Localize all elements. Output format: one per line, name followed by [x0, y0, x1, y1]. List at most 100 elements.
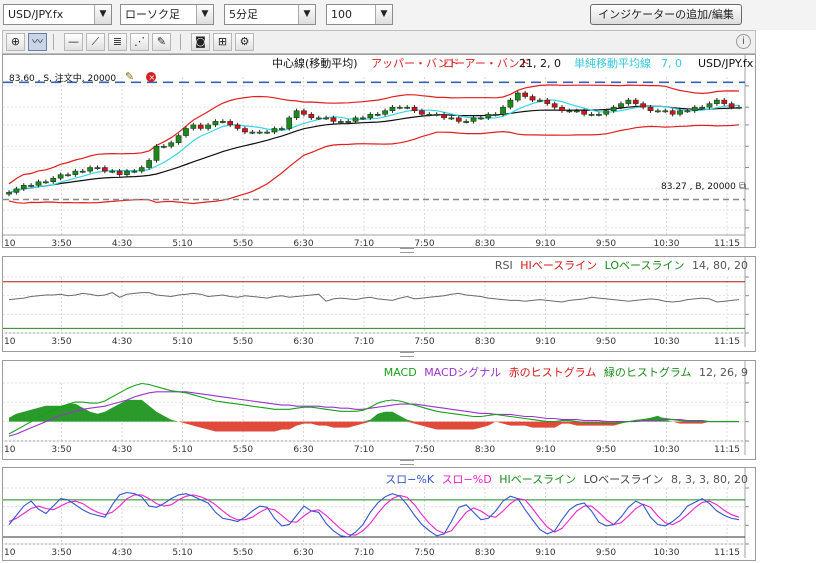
candle-body — [411, 106, 418, 111]
legend-short-ma: 単純移動平均線 — [574, 56, 651, 70]
candle-body — [227, 121, 234, 126]
candle-body — [691, 106, 698, 111]
candle-body — [50, 177, 57, 182]
eraser-icon[interactable]: ✎ — [152, 33, 171, 51]
buy-position-label: 83.27 , B, 20000 — [661, 182, 736, 192]
candle-body — [175, 135, 182, 143]
horizontal-line-icon[interactable]: — — [64, 33, 83, 51]
legend-center-ma: 中心線(移動平均) — [272, 56, 358, 70]
top-toolbar: USD/JPY.fx ▼ ローソク足 ▼ 5分足 ▼ 100 ▼ インジケーター… — [0, 0, 816, 30]
trend-line-icon[interactable]: ⟋ — [86, 33, 105, 51]
x-tick-label: 9:10 — [535, 445, 555, 455]
new-window-icon[interactable]: ⊞ — [213, 33, 232, 51]
macd-green-histogram — [9, 399, 739, 422]
candle-body — [396, 106, 403, 109]
x-tick-label: 10:30 — [654, 337, 680, 347]
candle-body — [728, 103, 735, 108]
candle-body — [190, 124, 197, 129]
price-chart-svg: :10 3:50 4:30 5:10 5:50 6:30 7:10 7:50 8:30 9:10 9… — [1, 55, 798, 249]
close-position-icon[interactable]: ⧉ — [739, 181, 746, 192]
rsi-legend: RSI HIベースライン LOベースライン 14, 80, 20 — [495, 259, 748, 272]
x-tick-label: 11:15 — [714, 548, 740, 558]
screenshot-icon[interactable]: ◙ — [191, 33, 210, 51]
x-tick-label: 3:50 — [51, 445, 71, 455]
candle-body — [131, 170, 138, 173]
macd-chart-svg: :10 3:50 4:30 5:10 5:50 6:30 7:10 7:50 8:30 9:10 9… — [1, 361, 794, 455]
edit-order-icon[interactable]: ✎ — [125, 70, 134, 83]
trend-cursor-icon[interactable]: 〰 — [28, 33, 47, 51]
x-tick-label: 4:30 — [112, 239, 132, 247]
info-icon[interactable]: i — [736, 34, 751, 49]
candle-body — [514, 92, 521, 101]
macd-panel: :10 3:50 4:30 5:10 5:50 6:30 7:10 7:50 8:30 9:10 9… — [1, 360, 794, 460]
x-tick-label: 7:50 — [414, 337, 434, 347]
x-tick-label: 4:30 — [112, 337, 132, 347]
stochastic-legend: スロ−%K スロ−%D HIベースライン LOベースライン 8, 3, 3, 8… — [385, 473, 748, 486]
candle-body — [72, 170, 79, 175]
x-tick-label: 9:10 — [535, 548, 555, 558]
x-tick-label: 7:10 — [354, 239, 374, 247]
candle-body — [183, 128, 189, 136]
x-tick-label: 7:50 — [414, 239, 434, 247]
x-tick-label: 7:10 — [354, 445, 374, 455]
candle-body — [94, 167, 101, 169]
candle-body — [640, 103, 646, 108]
chevron-down-icon[interactable]: ▼ — [94, 5, 111, 24]
candle-body — [736, 106, 742, 109]
timeframe-select[interactable]: 5分足 ▼ — [224, 4, 316, 25]
x-tick-label: 8:30 — [475, 548, 495, 558]
candle-body — [197, 124, 204, 129]
add-indicator-button[interactable]: インジケーターの追加/編集 — [590, 4, 742, 25]
x-tick-label: 5:10 — [172, 548, 192, 558]
candle-body — [603, 110, 610, 115]
symbol-select[interactable]: USD/JPY.fx ▼ — [3, 4, 112, 25]
candle-body — [264, 131, 270, 134]
panel-resize-handle[interactable] — [2, 352, 756, 357]
candle-body — [529, 96, 536, 101]
chevron-down-icon[interactable]: ▼ — [298, 5, 315, 24]
settings-icon[interactable]: ⚙ — [235, 33, 254, 51]
candle-body — [57, 174, 64, 179]
candle-body — [20, 185, 27, 190]
x-tick-label: :10 — [3, 548, 16, 558]
sell-order-label: 83.60 , S, 注文中, 20000 — [9, 72, 116, 84]
channel-icon[interactable]: ⋰ — [130, 33, 149, 51]
panel-resize-handle[interactable] — [2, 248, 756, 253]
candle-body — [330, 117, 337, 122]
candle-body — [551, 103, 558, 108]
chart-type-select[interactable]: ローソク足 ▼ — [120, 4, 214, 25]
candle-body — [573, 110, 580, 113]
x-tick-label: 9:10 — [535, 239, 555, 247]
candle-body — [205, 124, 211, 129]
candle-body — [500, 106, 506, 115]
x-tick-label: 7:10 — [354, 548, 374, 558]
price-panel: :10 3:50 4:30 5:10 5:50 6:30 7:10 7:50 8:30 9:10 9… — [1, 54, 798, 249]
x-tick-label: 5:10 — [172, 239, 192, 247]
crosshair-icon[interactable]: ⊕ — [6, 33, 25, 51]
candle-body — [278, 128, 285, 130]
candle-body — [537, 99, 543, 102]
rsi-line — [8, 292, 740, 303]
chevron-down-icon[interactable]: ▼ — [375, 5, 392, 24]
chevron-down-icon[interactable]: ▼ — [196, 5, 213, 24]
x-tick-label: 3:50 — [51, 337, 71, 347]
candle-body — [124, 170, 130, 175]
candle-body — [669, 110, 676, 115]
candle-body — [308, 114, 315, 119]
fibonacci-icon[interactable]: ≣ — [108, 33, 127, 51]
candle-body — [455, 117, 462, 122]
lower-band-line — [8, 124, 740, 205]
legend-ma-params: 7, 0 — [661, 57, 682, 70]
candle-body — [249, 131, 256, 134]
stoch-d-line — [8, 494, 740, 536]
candle-body — [360, 117, 366, 120]
candle-body — [13, 188, 20, 193]
candle-body — [419, 110, 425, 115]
x-tick-label: 7:10 — [354, 337, 374, 347]
panel-resize-handle[interactable] — [2, 460, 756, 465]
count-select[interactable]: 100 ▼ — [326, 4, 393, 25]
candle-body — [286, 117, 293, 129]
svg-text:×: × — [149, 73, 156, 82]
x-tick-label: 8:30 — [475, 337, 495, 347]
candle-body — [677, 110, 683, 115]
